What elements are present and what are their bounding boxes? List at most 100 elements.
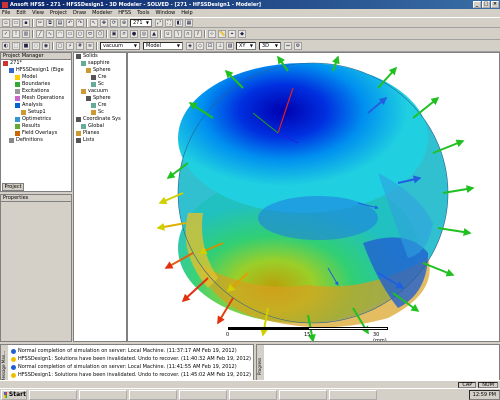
render-icon[interactable]: ◐ xyxy=(2,41,10,50)
model-tree-item[interactable]: Global xyxy=(74,123,126,130)
excitation-icon[interactable]: ⚡ xyxy=(66,41,74,50)
rotate-icon[interactable]: ⟳ xyxy=(110,18,118,27)
menu-modeler[interactable]: Modeler xyxy=(92,10,112,16)
snap-icon[interactable]: ⌖ xyxy=(228,29,236,38)
draw-sphere-icon[interactable]: ● xyxy=(130,29,138,38)
model-tree-item[interactable]: vacuum xyxy=(74,88,126,95)
zoom-icon[interactable]: ⊕ xyxy=(120,18,128,27)
model-tree-item[interactable]: sapphire xyxy=(74,60,126,67)
material-icon[interactable]: ◆ xyxy=(238,29,246,38)
material-combo[interactable]: vacuum ▼ xyxy=(100,41,140,50)
pan-icon[interactable]: ✥ xyxy=(100,18,108,27)
project-tree-item[interactable]: HFSSDesign1 (Eige xyxy=(1,67,71,74)
save-icon[interactable]: ▪ xyxy=(22,18,30,27)
project-tree-item[interactable]: Excitations xyxy=(1,88,71,95)
coordinate-system-icon[interactable]: ⊹ xyxy=(208,29,216,38)
copy-icon[interactable]: ⧉ xyxy=(46,18,54,27)
message-row[interactable]: HFSSDesign1: Solutions have been invalid… xyxy=(11,372,251,379)
intersect-icon[interactable]: ∩ xyxy=(184,29,192,38)
measure-icon[interactable]: 📏 xyxy=(218,29,226,38)
model-tree-item[interactable]: Sphere xyxy=(74,95,126,102)
message-row[interactable]: Normal completion of simulation on serve… xyxy=(11,348,237,355)
view-front-icon[interactable]: ▨ xyxy=(226,41,234,50)
menu-window[interactable]: Window xyxy=(156,10,176,16)
show-icon[interactable]: ◉ xyxy=(42,41,50,50)
project-tree-item[interactable]: 271* xyxy=(1,60,71,67)
taskbar-button[interactable] xyxy=(229,389,277,400)
analyze-icon[interactable]: ! xyxy=(12,29,20,38)
grid-icon[interactable]: ▦ xyxy=(185,18,193,27)
wireframe-icon[interactable]: ⬚ xyxy=(12,41,20,50)
model-tree-item[interactable]: Cre xyxy=(74,74,126,81)
model-combo[interactable]: Model ▼ xyxy=(143,41,183,50)
draw-circle-icon[interactable]: ○ xyxy=(76,29,84,38)
draw-cylinder-icon[interactable]: ⌭ xyxy=(120,29,128,38)
project-tree-item[interactable]: Optimetrics xyxy=(1,116,71,123)
draw-cone-icon[interactable]: ▲ xyxy=(150,29,158,38)
split-icon[interactable]: ⫽ xyxy=(194,29,202,38)
project-tree-item[interactable]: Model xyxy=(1,74,71,81)
project-combo[interactable]: 271 ▼ xyxy=(130,18,152,27)
taskbar-button[interactable] xyxy=(79,389,127,400)
results-icon[interactable]: ▥ xyxy=(22,29,30,38)
draw-ellipse-icon[interactable]: ⬭ xyxy=(86,29,94,38)
boundary-icon[interactable]: ▢ xyxy=(56,41,64,50)
fit-selection-icon[interactable]: ⛶ xyxy=(165,18,173,27)
project-tree-item[interactable]: Boundaries xyxy=(1,81,71,88)
model-tree-item[interactable]: Sc xyxy=(74,81,126,88)
field-plot-icon[interactable]: ≋ xyxy=(86,41,94,50)
fit-all-icon[interactable]: ⤢ xyxy=(155,18,163,27)
menu-hfss[interactable]: HFSS xyxy=(118,10,131,16)
menu-help[interactable]: Help xyxy=(181,10,192,16)
hide-icon[interactable]: ◌ xyxy=(32,41,40,50)
message-row[interactable]: Normal completion of simulation on serve… xyxy=(11,364,237,371)
taskbar-button[interactable] xyxy=(179,389,227,400)
transparency-icon[interactable]: ◇ xyxy=(196,41,204,50)
axis-icon[interactable]: ⊥ xyxy=(216,41,224,50)
model-tree-item[interactable]: Sc xyxy=(74,109,126,116)
model-tree-item[interactable]: Cre xyxy=(74,102,126,109)
draw-polygon-icon[interactable]: ⬡ xyxy=(96,29,104,38)
taskbar-button[interactable] xyxy=(129,389,177,400)
menu-draw[interactable]: Draw xyxy=(73,10,86,16)
redo-icon[interactable]: ↷ xyxy=(76,18,84,27)
subtract-icon[interactable]: ∖ xyxy=(174,29,182,38)
taskbar-button[interactable] xyxy=(29,389,77,400)
taskbar-button[interactable] xyxy=(279,389,327,400)
project-tree-item[interactable]: Results xyxy=(1,123,71,130)
model-tree-item[interactable]: Planes xyxy=(74,130,126,137)
draw-rectangle-icon[interactable]: ▭ xyxy=(66,29,74,38)
select-icon[interactable]: ↖ xyxy=(90,18,98,27)
project-tree-item[interactable]: Analysis xyxy=(1,102,71,109)
open-icon[interactable]: ▭ xyxy=(12,18,20,27)
view-icon[interactable]: ◧ xyxy=(175,18,183,27)
model-tree-item[interactable]: Sphere xyxy=(74,67,126,74)
project-tree-item[interactable]: Field Overlays xyxy=(1,130,71,137)
project-tree-item[interactable]: Mesh Operations xyxy=(1,95,71,102)
mesh-icon[interactable]: # xyxy=(76,41,84,50)
settings-icon[interactable]: ⚙ xyxy=(294,41,302,50)
validate-icon[interactable]: ✓ xyxy=(2,29,10,38)
draw-arc-icon[interactable]: ◠ xyxy=(56,29,64,38)
minimize-button[interactable]: _ xyxy=(473,1,481,8)
menu-edit[interactable]: Edit xyxy=(16,10,26,16)
color-icon[interactable]: ◈ xyxy=(186,41,194,50)
new-icon[interactable]: ▫ xyxy=(2,18,10,27)
cut-icon[interactable]: ✂ xyxy=(36,18,44,27)
draw-box-icon[interactable]: ▣ xyxy=(110,29,118,38)
paste-icon[interactable]: ▤ xyxy=(56,18,64,27)
model-tree-item[interactable]: Solids xyxy=(74,53,126,60)
maximize-button[interactable]: □ xyxy=(482,1,490,8)
plane-combo[interactable]: XY ▼ xyxy=(236,41,256,50)
start-button[interactable]: Start xyxy=(1,389,27,400)
3d-viewport[interactable]: 0 15 30 (mm) xyxy=(127,52,500,342)
units-icon[interactable]: ⇔ xyxy=(284,41,292,50)
draw-torus-icon[interactable]: ◎ xyxy=(140,29,148,38)
menu-project[interactable]: Project xyxy=(50,10,67,16)
close-button[interactable]: × xyxy=(491,1,499,8)
unite-icon[interactable]: ∪ xyxy=(164,29,172,38)
model-tree-item[interactable]: Coordinate Sys xyxy=(74,116,126,123)
shaded-icon[interactable]: ■ xyxy=(22,41,30,50)
menu-file[interactable]: File xyxy=(2,10,10,16)
message-row[interactable]: HFSSDesign1: Solutions have been invalid… xyxy=(11,356,251,363)
